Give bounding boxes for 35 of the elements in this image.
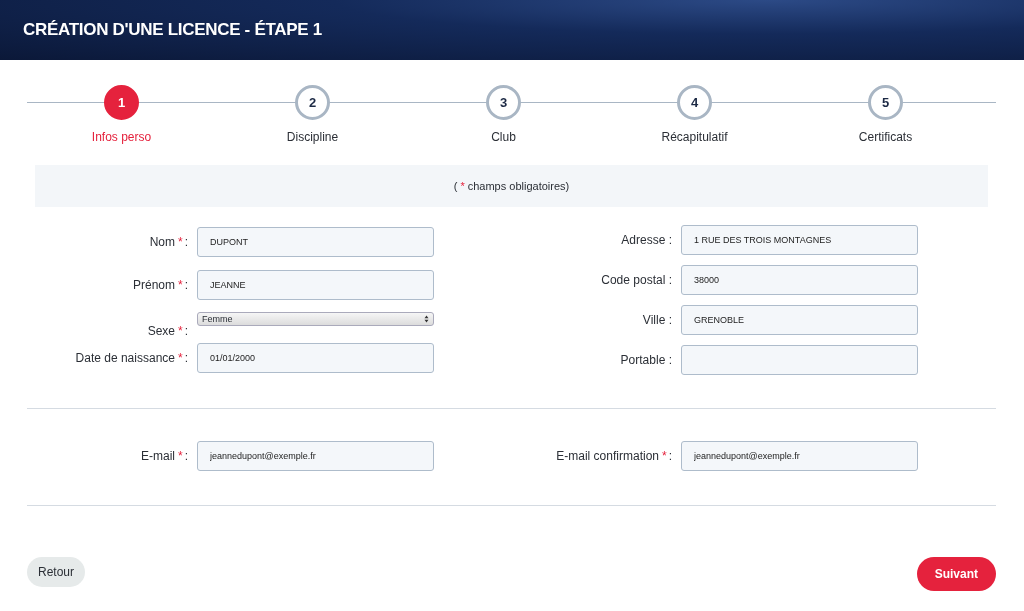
field-label: Nom * : [149, 234, 188, 249]
input-field[interactable]: 01/01/2000 [197, 343, 434, 374]
next-button[interactable]: Suivant [916, 557, 996, 591]
step-label[interactable]: Infos perso [91, 130, 152, 144]
field-label: Code postal : [601, 273, 672, 287]
back-button[interactable]: Retour [27, 557, 86, 587]
field-label: Portable : [620, 353, 672, 367]
select-field[interactable]: Femme [197, 312, 434, 326]
field-label: Prénom * : [132, 278, 188, 293]
step-label[interactable]: Récapitulatif [661, 130, 728, 144]
step-label[interactable]: Discipline [286, 130, 339, 144]
field-label: Adresse : [621, 233, 672, 247]
input-field[interactable]: jeannedupont@exemple.fr [681, 441, 918, 471]
input-field[interactable]: 1 RUE DES TROIS MONTAGNES [681, 225, 918, 255]
input-field[interactable]: GRENOBLE [681, 305, 918, 335]
input-field[interactable]: DUPONT [197, 226, 434, 257]
step-number[interactable]: 1 [104, 85, 139, 120]
step-number[interactable]: 5 [868, 85, 903, 120]
input-field[interactable]: jeannedupont@exemple.fr [197, 441, 434, 471]
step-number[interactable]: 4 [677, 85, 712, 120]
field-label: E-mail confirmation * : [556, 449, 672, 463]
field-label: Ville : [642, 313, 672, 327]
step-number[interactable]: 3 [486, 85, 521, 120]
input-field[interactable]: 38000 [681, 265, 918, 295]
step-label[interactable]: Club [491, 130, 516, 144]
field-label: E-mail * : [140, 449, 188, 463]
page-title: CRÉATION D'UNE LICENCE - ÉTAPE 1 [23, 20, 322, 40]
step-label[interactable]: Certificats [858, 130, 913, 144]
input-field[interactable]: JEANNE [197, 270, 434, 301]
step-number[interactable]: 2 [295, 85, 330, 120]
input-field[interactable] [681, 345, 918, 375]
updown-arrows-icon [424, 315, 429, 323]
required-note: ( * champs obligatoires) [453, 180, 570, 192]
field-label: Date de naissance * : [75, 351, 188, 366]
field-label: Sexe * : [147, 323, 188, 338]
